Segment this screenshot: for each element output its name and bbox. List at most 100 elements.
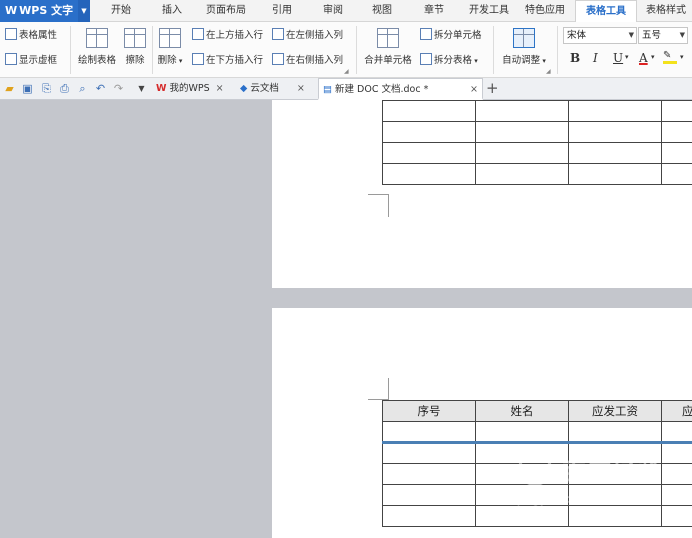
table-cell[interactable] [568, 163, 662, 185]
table-header-cell[interactable]: 序号 [382, 400, 476, 422]
export-pdf-icon[interactable]: ⎘ [40, 82, 53, 95]
table-cell[interactable] [382, 484, 476, 506]
split-cells-button[interactable]: 拆分单元格 [420, 28, 482, 43]
tab-table-tools[interactable]: 表格工具 [575, 0, 637, 23]
table[interactable]: 序号 姓名 应发工资 应 [382, 400, 692, 527]
tab-insert[interactable]: 插入 [162, 0, 182, 22]
tab-active-document[interactable]: ▤ 新建 DOC 文档.doc * × [318, 78, 483, 100]
table-cell[interactable] [475, 463, 569, 485]
redo-icon[interactable]: ↷ [112, 82, 125, 95]
ribbon-separator [557, 26, 558, 74]
insert-col-right-button[interactable]: 在右侧插入列 [272, 53, 343, 68]
font-size-select[interactable]: 五号 ▼ [638, 27, 688, 44]
table-cell[interactable] [661, 463, 692, 485]
close-icon[interactable]: × [297, 83, 305, 94]
table-cell[interactable] [382, 442, 476, 464]
rows-cols-launcher-icon[interactable]: ◢ [344, 68, 349, 75]
table-cell[interactable] [568, 121, 662, 143]
draw-table-button[interactable]: 绘制表格 [76, 28, 118, 66]
save-icon[interactable]: ▣ [21, 82, 34, 95]
font-color-button[interactable]: A [639, 51, 648, 65]
chevron-down-icon: ▼ [679, 31, 685, 39]
insert-col-left-button[interactable]: 在左侧插入列 [272, 28, 343, 43]
table-cell[interactable] [382, 142, 476, 164]
table-cell[interactable] [568, 100, 662, 122]
table-cell[interactable] [382, 463, 476, 485]
tab-table-style[interactable]: 表格样式 [646, 0, 686, 22]
table-header-cell[interactable]: 应 [661, 400, 692, 422]
tab-my-wps[interactable]: W 我的WPS × [156, 78, 224, 100]
table-cell[interactable] [382, 121, 476, 143]
customize-toolbar-icon[interactable]: ▼ [135, 82, 148, 95]
insert-row-above-button[interactable]: 在上方插入行 [192, 28, 263, 43]
print-preview-icon[interactable]: ⌕ [76, 82, 89, 95]
auto-fit-label: 自动调整 [502, 55, 541, 66]
tab-review[interactable]: 审阅 [323, 0, 343, 22]
table-cell[interactable] [568, 463, 662, 485]
table-cell[interactable] [568, 142, 662, 164]
table-cell[interactable] [661, 163, 692, 185]
tab-start[interactable]: 开始 [111, 0, 131, 22]
table-header-cell[interactable]: 姓名 [475, 400, 569, 422]
table-cell[interactable] [475, 421, 569, 444]
table-cell[interactable] [475, 142, 569, 164]
table-cell[interactable] [475, 505, 569, 527]
undo-icon[interactable]: ↶ [94, 82, 107, 95]
table-cell[interactable] [568, 505, 662, 527]
table-cell[interactable] [661, 100, 692, 122]
tab-special-apps[interactable]: 特色应用 [525, 0, 565, 22]
table-cell[interactable] [475, 121, 569, 143]
table-cell[interactable] [568, 442, 662, 464]
open-folder-icon[interactable]: ▰ [3, 82, 16, 95]
new-tab-button[interactable]: + [486, 78, 499, 100]
table[interactable] [382, 100, 692, 185]
italic-button[interactable]: I [593, 51, 598, 65]
font-color-dropdown-icon[interactable]: ▾ [651, 53, 655, 61]
table-cell[interactable] [382, 100, 476, 122]
show-gridlines-button[interactable]: 显示虚框 [5, 53, 57, 68]
app-menu-button[interactable]: W WPS 文字 [0, 0, 78, 22]
table-properties-icon [5, 28, 17, 40]
erase-button[interactable]: 擦除 [121, 28, 149, 66]
table-cell[interactable] [661, 484, 692, 506]
table-cell[interactable] [661, 442, 692, 464]
tab-page-layout[interactable]: 页面布局 [206, 0, 246, 22]
table-cell[interactable] [661, 121, 692, 143]
table-cell[interactable] [661, 142, 692, 164]
table-cell[interactable] [475, 100, 569, 122]
table-cell[interactable] [475, 442, 569, 464]
table-properties-button[interactable]: 表格属性 [5, 28, 57, 43]
highlight-dropdown-icon[interactable]: ▾ [680, 53, 684, 61]
table-cell[interactable] [382, 505, 476, 527]
font-name-select[interactable]: 宋体 ▼ [563, 27, 637, 44]
tab-developer[interactable]: 开发工具 [469, 0, 509, 22]
tab-view[interactable]: 视图 [372, 0, 392, 22]
table-cell[interactable] [568, 484, 662, 506]
underline-button[interactable]: U [613, 51, 623, 65]
split-table-button[interactable]: 拆分表格 ▾ [420, 53, 478, 68]
underline-dropdown-icon[interactable]: ▾ [625, 53, 629, 61]
merge-cells-button[interactable]: 合并单元格 [362, 28, 414, 66]
table-cell[interactable] [475, 484, 569, 506]
app-menu-dropdown-icon[interactable]: ▼ [78, 0, 90, 22]
print-icon[interactable]: ⎙ [58, 82, 71, 95]
close-icon[interactable]: × [216, 83, 224, 94]
tab-chapter[interactable]: 章节 [424, 0, 444, 22]
insert-row-below-button[interactable]: 在下方插入行 [192, 53, 263, 68]
table-cell[interactable] [568, 421, 662, 444]
table-cell[interactable] [661, 505, 692, 527]
table-cell[interactable] [475, 163, 569, 185]
auto-fit-button[interactable]: 自动调整 ▾ [499, 28, 549, 66]
table-cell[interactable] [382, 421, 476, 444]
highlight-icon[interactable]: ✎ [663, 50, 677, 64]
table-cell[interactable] [382, 163, 476, 185]
table-cell[interactable] [661, 421, 692, 444]
bold-button[interactable]: B [570, 51, 580, 65]
auto-fit-launcher-icon[interactable]: ◢ [546, 68, 551, 75]
draw-table-label: 绘制表格 [77, 55, 116, 66]
table-header-cell[interactable]: 应发工资 [568, 400, 662, 422]
close-icon[interactable]: × [470, 79, 478, 101]
tab-cloud-docs[interactable]: ◆ 云文档 × [240, 78, 305, 100]
delete-button[interactable]: 删除 ▾ [155, 28, 185, 66]
tab-references[interactable]: 引用 [272, 0, 292, 22]
